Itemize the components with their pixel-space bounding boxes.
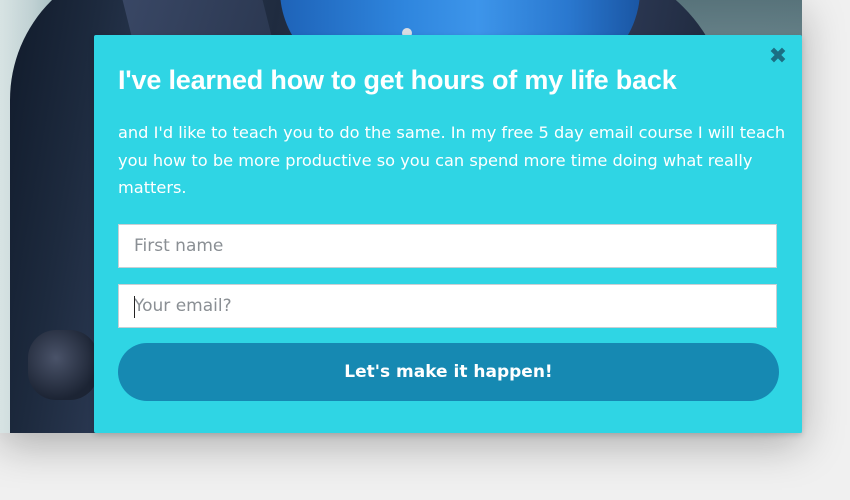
email-input[interactable] <box>118 284 777 328</box>
photo-hand <box>28 330 98 400</box>
modal-description: and I'd like to teach you to do the same… <box>118 123 786 197</box>
signup-modal: ✖ I've learned how to get hours of my li… <box>94 35 802 433</box>
modal-headline: I've learned how to get hours of my life… <box>118 65 677 95</box>
text-cursor <box>134 296 135 318</box>
close-icon[interactable]: ✖ <box>768 45 788 69</box>
submit-button[interactable]: Let's make it happen! <box>118 343 779 401</box>
first-name-input[interactable] <box>118 224 777 268</box>
